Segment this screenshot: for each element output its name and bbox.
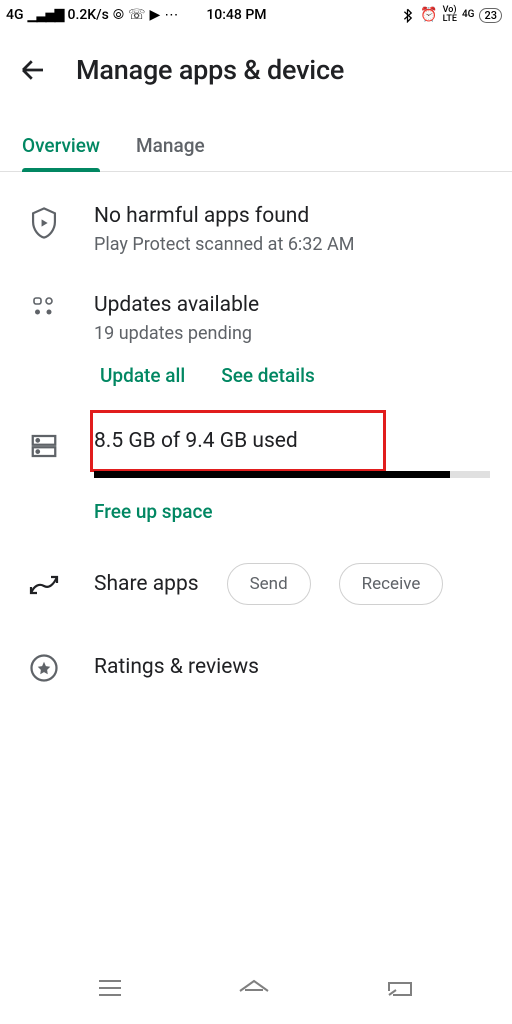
protect-sub: Play Protect scanned at 6:32 AM bbox=[94, 234, 490, 255]
tab-manage[interactable]: Manage bbox=[136, 124, 205, 171]
net2: 4G bbox=[462, 10, 475, 20]
star-icon bbox=[22, 651, 66, 683]
storage-progress bbox=[94, 471, 490, 478]
share-label: Share apps bbox=[94, 572, 199, 596]
updates-sub: 19 updates pending bbox=[94, 323, 490, 344]
bluetooth-icon bbox=[400, 8, 415, 23]
storage-line: 8.5 GB of 9.4 GB used bbox=[94, 429, 490, 459]
recents-icon[interactable] bbox=[96, 977, 124, 999]
receive-button[interactable]: Receive bbox=[339, 563, 444, 605]
alarm-icon: ⏰ bbox=[420, 7, 437, 23]
tabs: Overview Manage bbox=[0, 124, 512, 172]
back-icon[interactable] bbox=[18, 55, 48, 85]
back-nav-icon[interactable] bbox=[384, 977, 416, 999]
hotspot-icon: ⦾ bbox=[113, 7, 124, 23]
updates-title: Updates available bbox=[94, 293, 490, 323]
content: No harmful apps found Play Protect scann… bbox=[0, 172, 512, 703]
apps-icon bbox=[22, 293, 66, 319]
signal-icon: ▁▃▅▇ bbox=[28, 8, 64, 23]
see-details-button[interactable]: See details bbox=[221, 364, 315, 387]
battery-pill: 23 bbox=[479, 8, 502, 23]
shield-icon bbox=[22, 204, 66, 240]
storage-progress-fill bbox=[94, 471, 450, 478]
system-nav bbox=[0, 962, 512, 1024]
storage-section[interactable]: 8.5 GB of 9.4 GB used Free up space bbox=[0, 411, 512, 533]
tab-overview[interactable]: Overview bbox=[22, 124, 100, 171]
ratings-label: Ratings & reviews bbox=[94, 655, 259, 679]
share-apps-row: Share apps Send Receive bbox=[0, 533, 512, 635]
status-bar: 4G ▁▃▅▇ 0.2K/s ⦾ ☏ ▶ ⋯ 10:48 PM ⏰ Vo)LTE… bbox=[0, 0, 512, 30]
media-icon: ▶ bbox=[150, 7, 161, 23]
network-type: 4G bbox=[6, 7, 24, 23]
update-all-button[interactable]: Update all bbox=[100, 364, 185, 387]
clock: 10:48 PM bbox=[206, 7, 266, 23]
share-icon bbox=[22, 571, 66, 597]
updates-section[interactable]: Updates available 19 updates pending Upd… bbox=[0, 265, 512, 411]
storage-icon bbox=[22, 429, 66, 461]
data-speed: 0.2K/s bbox=[68, 7, 109, 23]
protect-title: No harmful apps found bbox=[94, 204, 490, 234]
page-title: Manage apps & device bbox=[76, 54, 344, 86]
send-button[interactable]: Send bbox=[227, 563, 311, 605]
play-protect-section[interactable]: No harmful apps found Play Protect scann… bbox=[0, 176, 512, 265]
free-up-space-button[interactable]: Free up space bbox=[94, 478, 490, 523]
ratings-row[interactable]: Ratings & reviews bbox=[0, 635, 512, 699]
volte-icon: Vo)LTE bbox=[443, 6, 457, 24]
more-icon: ⋯ bbox=[164, 7, 178, 23]
whatsapp-icon: ☏ bbox=[128, 7, 146, 23]
home-icon[interactable] bbox=[236, 977, 272, 999]
app-header: Manage apps & device bbox=[0, 30, 512, 114]
